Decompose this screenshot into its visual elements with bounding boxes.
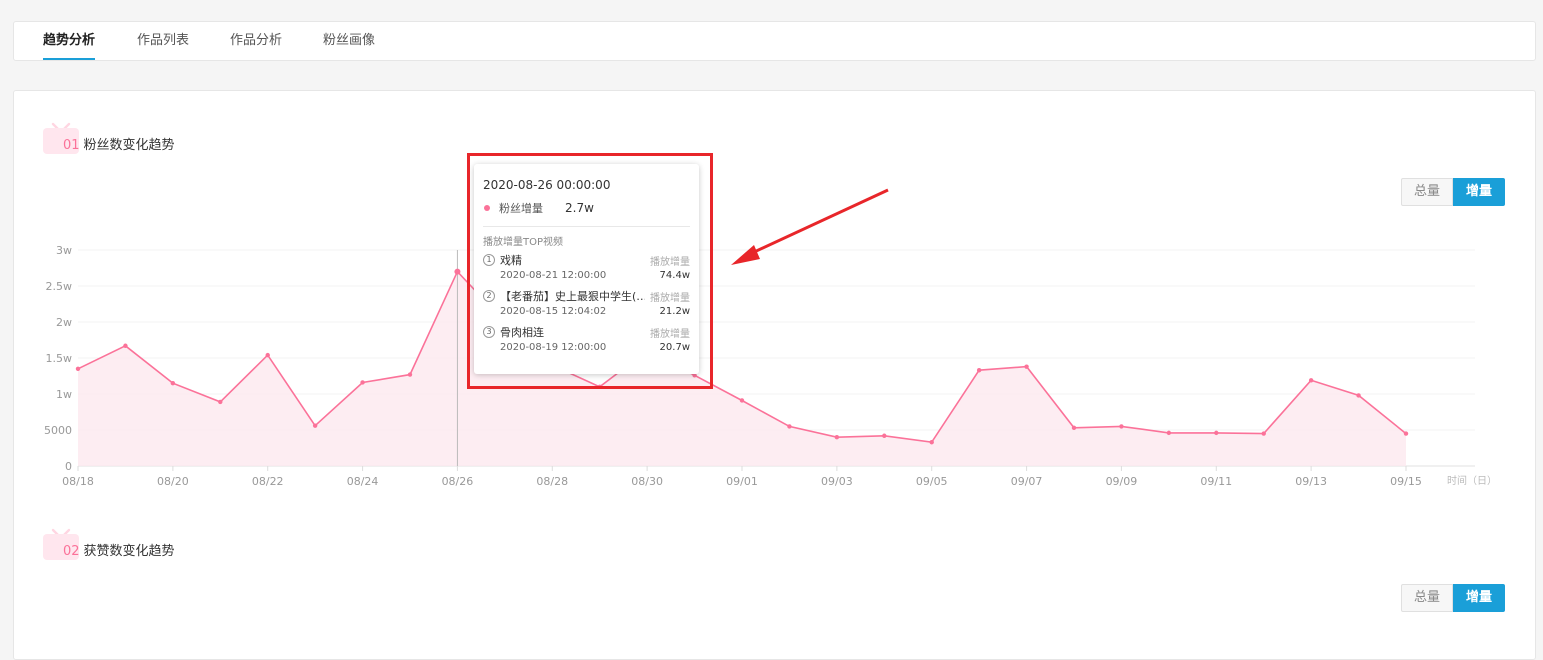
y-tick-label: 1.5w — [46, 352, 73, 365]
video-metric-value: 74.4w — [659, 270, 690, 281]
data-point — [929, 440, 934, 445]
video-metric-label: 播放增量 — [650, 329, 690, 340]
series-dot-icon — [484, 205, 490, 211]
video-metric-value: 20.7w — [659, 342, 690, 353]
data-point — [787, 424, 792, 429]
tooltip-video-item: 3 骨肉相连 播放增量 2020-08-19 12:00:00 20.7w — [483, 322, 690, 358]
video-date: 2020-08-15 12:04:02 — [500, 306, 607, 317]
data-point — [1261, 431, 1266, 436]
y-tick-label: 0 — [65, 460, 72, 473]
x-tick-label: 08/20 — [157, 475, 189, 488]
data-point — [454, 268, 461, 275]
data-point — [360, 380, 365, 385]
x-tick-label: 09/11 — [1200, 475, 1232, 488]
likes-mode-toggle: 总量 增量 — [1401, 584, 1505, 612]
video-metric-label: 播放增量 — [650, 293, 690, 304]
tooltip-divider — [483, 226, 690, 227]
y-tick-label: 5000 — [44, 424, 72, 437]
x-tick-label: 09/01 — [726, 475, 758, 488]
data-point — [834, 435, 840, 440]
data-point — [1403, 431, 1409, 436]
rank-badge: 2 — [483, 290, 495, 302]
data-point — [265, 352, 270, 358]
data-point — [218, 399, 223, 405]
data-point — [976, 368, 982, 373]
x-tick-label: 09/07 — [1011, 475, 1043, 488]
video-title: 戏精 — [500, 254, 522, 267]
x-tick-label: 08/24 — [347, 475, 379, 488]
data-point — [407, 372, 413, 377]
y-tick-label: 1w — [56, 388, 72, 401]
rank-badge: 1 — [483, 254, 495, 266]
data-point — [882, 433, 887, 438]
tooltip-video-item: 2 【老番茄】史上最狠中学生(… 播放增量 2020-08-15 12:04:0… — [483, 286, 690, 322]
data-point — [170, 381, 176, 386]
video-date: 2020-08-19 12:00:00 — [500, 342, 607, 353]
data-point — [123, 343, 128, 348]
y-tick-label: 3w — [56, 244, 72, 257]
x-tick-label: 08/30 — [631, 475, 663, 488]
tooltip-date: 2020-08-26 00:00:00 — [483, 178, 611, 192]
x-axis-label: 时间（日） — [1447, 474, 1497, 487]
x-tick-label: 08/26 — [442, 475, 474, 488]
section-number: 02 — [63, 544, 80, 559]
x-tick-label: 09/13 — [1295, 475, 1327, 488]
fans-trend-chart: 0 5000 1w 1.5w 2w 2.5w 3w 08/18 08/20 08/22 08/24 0… — [44, 244, 1497, 488]
data-point — [1119, 424, 1124, 429]
tooltip-top-title: 播放增量TOP视频 — [483, 237, 564, 248]
video-title: 【老番茄】史上最狠中学生(… — [500, 290, 645, 303]
data-point — [1071, 425, 1077, 431]
data-point — [739, 398, 745, 403]
section-title-text: 获赞数变化趋势 — [83, 544, 175, 559]
x-tick-label: 08/22 — [252, 475, 284, 488]
tooltip-series-value: 2.7w — [565, 201, 594, 215]
data-point — [1308, 378, 1314, 383]
data-point — [75, 366, 81, 371]
chart-tooltip: 2020-08-26 00:00:00 粉丝增量 2.7w 播放增量TOP视频 … — [474, 164, 699, 374]
data-point — [1356, 393, 1361, 398]
rank-badge: 3 — [483, 326, 495, 338]
video-metric-value: 21.2w — [659, 306, 690, 317]
x-tick-label: 09/09 — [1106, 475, 1138, 488]
tooltip-series-label: 粉丝增量 — [499, 202, 543, 215]
data-point — [1214, 430, 1219, 436]
x-tick-label: 08/18 — [62, 475, 94, 488]
video-date: 2020-08-21 12:00:00 — [500, 270, 607, 281]
video-metric-label: 播放增量 — [650, 257, 690, 268]
data-point — [1166, 430, 1172, 436]
total-button[interactable]: 总量 — [1401, 584, 1453, 612]
x-tick-label: 09/15 — [1390, 475, 1422, 488]
section-title-likes: 02 获赞数变化趋势 — [63, 542, 175, 562]
data-point — [1024, 364, 1029, 369]
x-tick-label: 09/03 — [821, 475, 853, 488]
x-tick-label: 09/05 — [916, 475, 948, 488]
video-title: 骨肉相连 — [500, 326, 544, 339]
increment-button[interactable]: 增量 — [1453, 584, 1505, 612]
x-tick-label: 08/28 — [536, 475, 568, 488]
y-tick-label: 2w — [56, 316, 72, 329]
data-point — [597, 384, 602, 389]
y-tick-label: 2.5w — [46, 280, 73, 293]
tooltip-series-row: 粉丝增量 2.7w — [483, 199, 690, 217]
tooltip-video-item: 1 戏精 播放增量 2020-08-21 12:00:00 74.4w — [483, 250, 690, 286]
data-point — [312, 423, 318, 428]
